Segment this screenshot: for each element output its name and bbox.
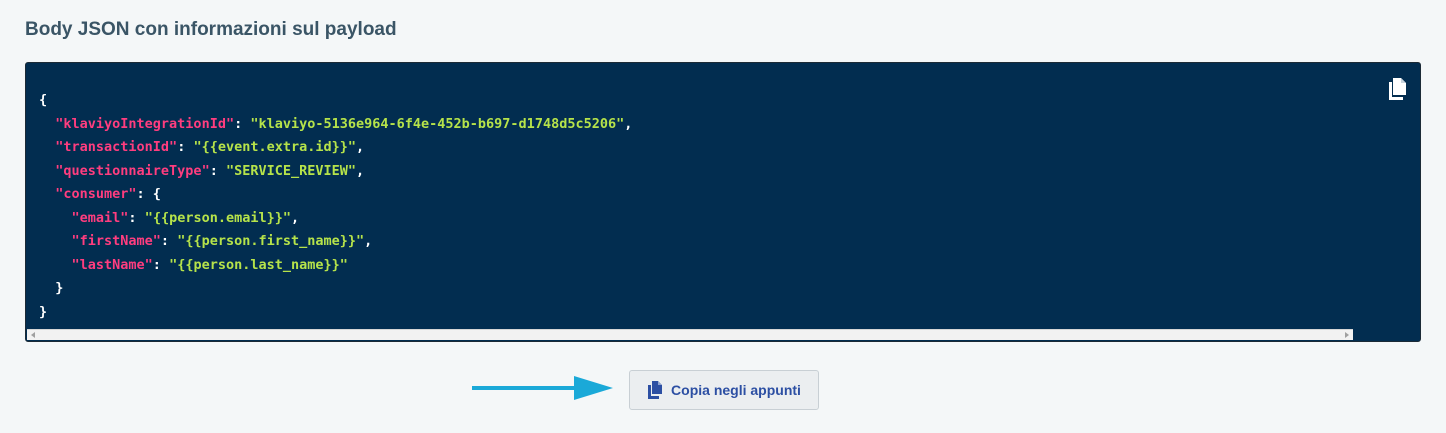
- code-line: {: [39, 92, 47, 108]
- code-line: "email": "{{person.email}}",: [39, 209, 300, 226]
- json-punctuation: ,: [356, 139, 365, 155]
- horizontal-scrollbar[interactable]: [27, 329, 1353, 340]
- code-line: }: [39, 304, 47, 320]
- json-string: "{{event.extra.id}}": [193, 139, 357, 155]
- json-key: "firstName": [71, 233, 161, 249]
- code-line: "lastName": "{{person.last_name}}": [39, 257, 348, 273]
- json-punctuation: ,: [364, 233, 373, 249]
- code-line: "consumer": {: [39, 186, 161, 202]
- pointer-arrow-icon: [472, 376, 613, 400]
- json-punctuation: :: [160, 233, 178, 249]
- json-punctuation: [39, 210, 72, 226]
- json-punctuation: [39, 163, 55, 179]
- json-string: "{{person.last_name}}": [169, 256, 348, 273]
- json-punctuation: :: [234, 115, 251, 132]
- json-punctuation: ,: [624, 115, 633, 132]
- copy-button-label: Copia negli appunti: [671, 382, 801, 398]
- copy-to-clipboard-button[interactable]: Copia negli appunti: [629, 370, 819, 410]
- json-punctuation: :: [209, 162, 226, 179]
- code-line: "transactionId": "{{event.extra.id}}",: [39, 139, 364, 155]
- json-punctuation: : {: [136, 186, 161, 202]
- json-punctuation: [39, 139, 55, 155]
- json-key: "transactionId": [55, 139, 178, 155]
- json-punctuation: {: [39, 92, 48, 108]
- json-key: "email": [71, 209, 129, 226]
- json-code-block: { "klaviyoIntegrationId": "klaviyo-5136e…: [25, 62, 1421, 342]
- json-key: "questionnaireType": [55, 162, 210, 179]
- json-punctuation: [39, 186, 55, 202]
- json-string: "{{person.email}}": [144, 209, 291, 226]
- json-key: "klaviyoIntegrationId": [55, 115, 235, 132]
- json-string: "klaviyo-5136e964-6f4e-452b-b697-d1748d5…: [250, 115, 625, 132]
- json-key: "lastName": [71, 256, 153, 273]
- scroll-left-icon[interactable]: [31, 332, 35, 338]
- json-punctuation: ,: [291, 209, 300, 226]
- scroll-right-icon[interactable]: [1345, 332, 1349, 338]
- json-punctuation: [39, 233, 72, 249]
- json-punctuation: }: [39, 303, 48, 320]
- code-line: }: [39, 280, 63, 296]
- json-string: "SERVICE_REVIEW": [225, 162, 357, 179]
- json-punctuation: [39, 116, 55, 132]
- json-key: "consumer": [55, 186, 137, 202]
- code-line: "firstName": "{{person.first_name}}",: [39, 233, 373, 249]
- section-heading: Body JSON con informazioni sul payload: [25, 19, 397, 40]
- json-code[interactable]: { "klaviyoIntegrationId": "klaviyo-5136e…: [39, 89, 632, 324]
- json-punctuation: }: [39, 280, 64, 296]
- json-string: "{{person.first_name}}": [177, 233, 365, 249]
- json-punctuation: :: [152, 256, 170, 273]
- json-punctuation: ,: [356, 162, 365, 179]
- code-line: "klaviyoIntegrationId": "klaviyo-5136e96…: [39, 116, 632, 132]
- json-punctuation: :: [128, 209, 145, 226]
- json-punctuation: [39, 257, 72, 273]
- copy-icon: [648, 381, 663, 399]
- copy-icon[interactable]: [1386, 77, 1408, 101]
- code-line: "questionnaireType": "SERVICE_REVIEW",: [39, 163, 364, 179]
- json-punctuation: :: [177, 139, 194, 155]
